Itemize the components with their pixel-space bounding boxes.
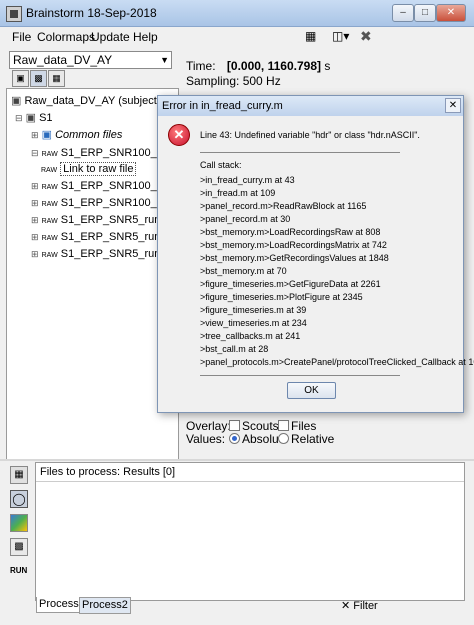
- protocol-select-value: Raw_data_DV_AY: [13, 53, 113, 67]
- callstack-line: >view_timeseries.m at 234: [200, 318, 307, 328]
- callstack-line: >tree_callbacks.m at 241: [200, 331, 301, 341]
- tree-item-label: S1_ERP_SNR5_run3: [60, 248, 167, 260]
- process-mode-icon[interactable]: ◯: [10, 490, 28, 508]
- chevron-down-icon: ▼: [160, 55, 169, 65]
- error-dialog: Error in in_fread_curry.m ✕ ✕ Line 43: U…: [157, 95, 474, 413]
- functional-view-icon[interactable]: ▣: [12, 70, 29, 87]
- raw-badge: RAW: [41, 151, 58, 158]
- dialog-title: Error in in_fread_curry.m: [162, 100, 283, 112]
- tree-common-files-label: Common files: [55, 129, 123, 141]
- raw-badge: RAW: [41, 252, 58, 259]
- tree-item-snr5-run3[interactable]: ⊞ RAW S1_ERP_SNR5_run3: [31, 247, 167, 261]
- callstack-line: >in_fread_curry.m at 43: [200, 175, 295, 185]
- tree-subject-s1[interactable]: ⊟ ▣ S1: [15, 111, 53, 125]
- tree-subjects-label: Raw_data_DV_AY (subjects): [24, 95, 166, 107]
- process-data-icon[interactable]: [10, 514, 28, 532]
- splitter[interactable]: [0, 459, 474, 461]
- protocol-select[interactable]: Raw_data_DV_AY ▼: [9, 51, 172, 69]
- app-icon: [6, 6, 22, 22]
- menu-colormaps[interactable]: Colormaps: [37, 30, 95, 44]
- relative-label: Relative: [291, 432, 335, 446]
- scouts-checkbox[interactable]: [229, 420, 240, 431]
- overlay-label: Overlay:: [186, 419, 231, 433]
- tree-item-snr5-run1[interactable]: ⊞ RAW S1_ERP_SNR5_run1: [31, 213, 167, 227]
- callstack-line: >bst_memory.m>LoadRecordingsMatrix at 74…: [200, 240, 387, 250]
- relative-radio[interactable]: [278, 433, 289, 444]
- callstack-line: >panel_protocols.m>CreatePanel/protocolT…: [200, 357, 474, 367]
- dialog-divider: [200, 375, 400, 376]
- maximize-button[interactable]: □: [414, 4, 436, 22]
- absolute-radio[interactable]: [229, 433, 240, 444]
- menu-bar: File Colormaps Update Help ▦ ◫▾ ✖: [0, 27, 474, 47]
- process-sources-icon[interactable]: ▩: [10, 538, 28, 556]
- callstack-line: >bst_memory.m>GetRecordingsValues at 184…: [200, 253, 389, 263]
- tree-common-files[interactable]: ⊞ ▣ Common files: [31, 128, 122, 142]
- close-button[interactable]: ✕: [436, 4, 466, 22]
- raw-badge: RAW: [41, 184, 58, 191]
- window-title: Brainstorm 18-Sep-2018: [26, 6, 157, 20]
- files-checkbox[interactable]: [278, 420, 289, 431]
- callstack-line: >bst_memory.m at 70: [200, 266, 287, 276]
- menu-update[interactable]: Update: [91, 30, 130, 44]
- callstack-line: >figure_timeseries.m>GetFigureData at 22…: [200, 279, 381, 289]
- layout-icon[interactable]: ▦: [305, 29, 316, 43]
- callstack-label: Call stack:: [200, 160, 242, 170]
- process-header: Files to process: Results [0]: [40, 466, 176, 478]
- process-filter-icon[interactable]: ▦: [10, 466, 28, 484]
- raw-badge: RAW: [41, 201, 58, 208]
- dialog-title-bar: Error in in_fread_curry.m ✕: [158, 96, 463, 116]
- time-unit: s: [324, 59, 331, 73]
- values-label: Values:: [186, 432, 226, 446]
- menu-help[interactable]: Help: [133, 30, 158, 44]
- tree-item-link-raw[interactable]: RAW Link to raw file: [41, 162, 137, 176]
- database-tree: ▣ Raw_data_DV_AY (subjects) ⊟ ▣ S1 ⊞ ▣ C…: [6, 88, 179, 461]
- close-icon[interactable]: ✕: [341, 600, 350, 612]
- run-button[interactable]: RUN: [10, 566, 27, 575]
- filter-control[interactable]: ✕ Filter: [341, 599, 378, 612]
- callstack-line: >bst_call.m at 28: [200, 344, 269, 354]
- ok-button[interactable]: OK: [287, 382, 336, 399]
- callstack-line: >bst_memory.m>LoadRecordingsRaw at 808: [200, 227, 381, 237]
- files-label: Files: [291, 419, 317, 433]
- tab-process2[interactable]: Process2: [79, 597, 131, 614]
- time-info: Time: [0.000, 1160.798] s: [186, 59, 330, 73]
- callstack-line: >panel_record.m at 30: [200, 214, 291, 224]
- menu-file[interactable]: File: [12, 30, 31, 44]
- title-bar: Brainstorm 18-Sep-2018 – □ ✕: [0, 0, 474, 27]
- anatomy-view-icon[interactable]: ▩: [30, 70, 47, 87]
- dialog-divider: [200, 152, 400, 153]
- callstack-line: >in_fread.m at 109: [200, 188, 276, 198]
- callstack-line: >panel_record.m>ReadRawBlock at 1165: [200, 201, 367, 211]
- raw-badge: RAW: [41, 167, 58, 174]
- raw-badge: RAW: [41, 218, 58, 225]
- tree-subjects-root[interactable]: ▣ Raw_data_DV_AY (subjects): [11, 94, 166, 108]
- error-icon: ✕: [168, 124, 190, 146]
- tree-item-label: Link to raw file: [60, 162, 137, 176]
- minimize-button[interactable]: –: [392, 4, 414, 22]
- callstack-line: >figure_timeseries.m at 39: [200, 305, 307, 315]
- study-view-icon[interactable]: ▦: [48, 70, 65, 87]
- process-file-list[interactable]: Files to process: Results [0]: [35, 462, 465, 601]
- filter-label: Filter: [353, 600, 378, 612]
- tree-subject-label: S1: [39, 112, 53, 124]
- callstack-line: >figure_timeseries.m>PlotFigure at 2345: [200, 292, 363, 302]
- time-label: Time:: [186, 59, 216, 73]
- close-panel-icon[interactable]: ✖: [360, 28, 372, 45]
- time-value: [0.000, 1160.798]: [226, 59, 321, 73]
- dialog-close-button[interactable]: ✕: [445, 98, 461, 113]
- process-header-divider: [36, 481, 464, 482]
- scouts-label: Scouts: [242, 419, 279, 433]
- tree-item-label: S1_ERP_SNR5_run1: [60, 214, 167, 226]
- tree-item-label: S1_ERP_SNR5_run2: [60, 231, 167, 243]
- window-layout-icon[interactable]: ◫▾: [332, 29, 349, 43]
- error-message: Line 43: Undefined variable "hdr" or cla…: [200, 130, 420, 140]
- raw-badge: RAW: [41, 235, 58, 242]
- sampling-info: Sampling: 500 Hz: [186, 74, 281, 88]
- tree-item-snr5-run2[interactable]: ⊞ RAW S1_ERP_SNR5_run2: [31, 230, 167, 244]
